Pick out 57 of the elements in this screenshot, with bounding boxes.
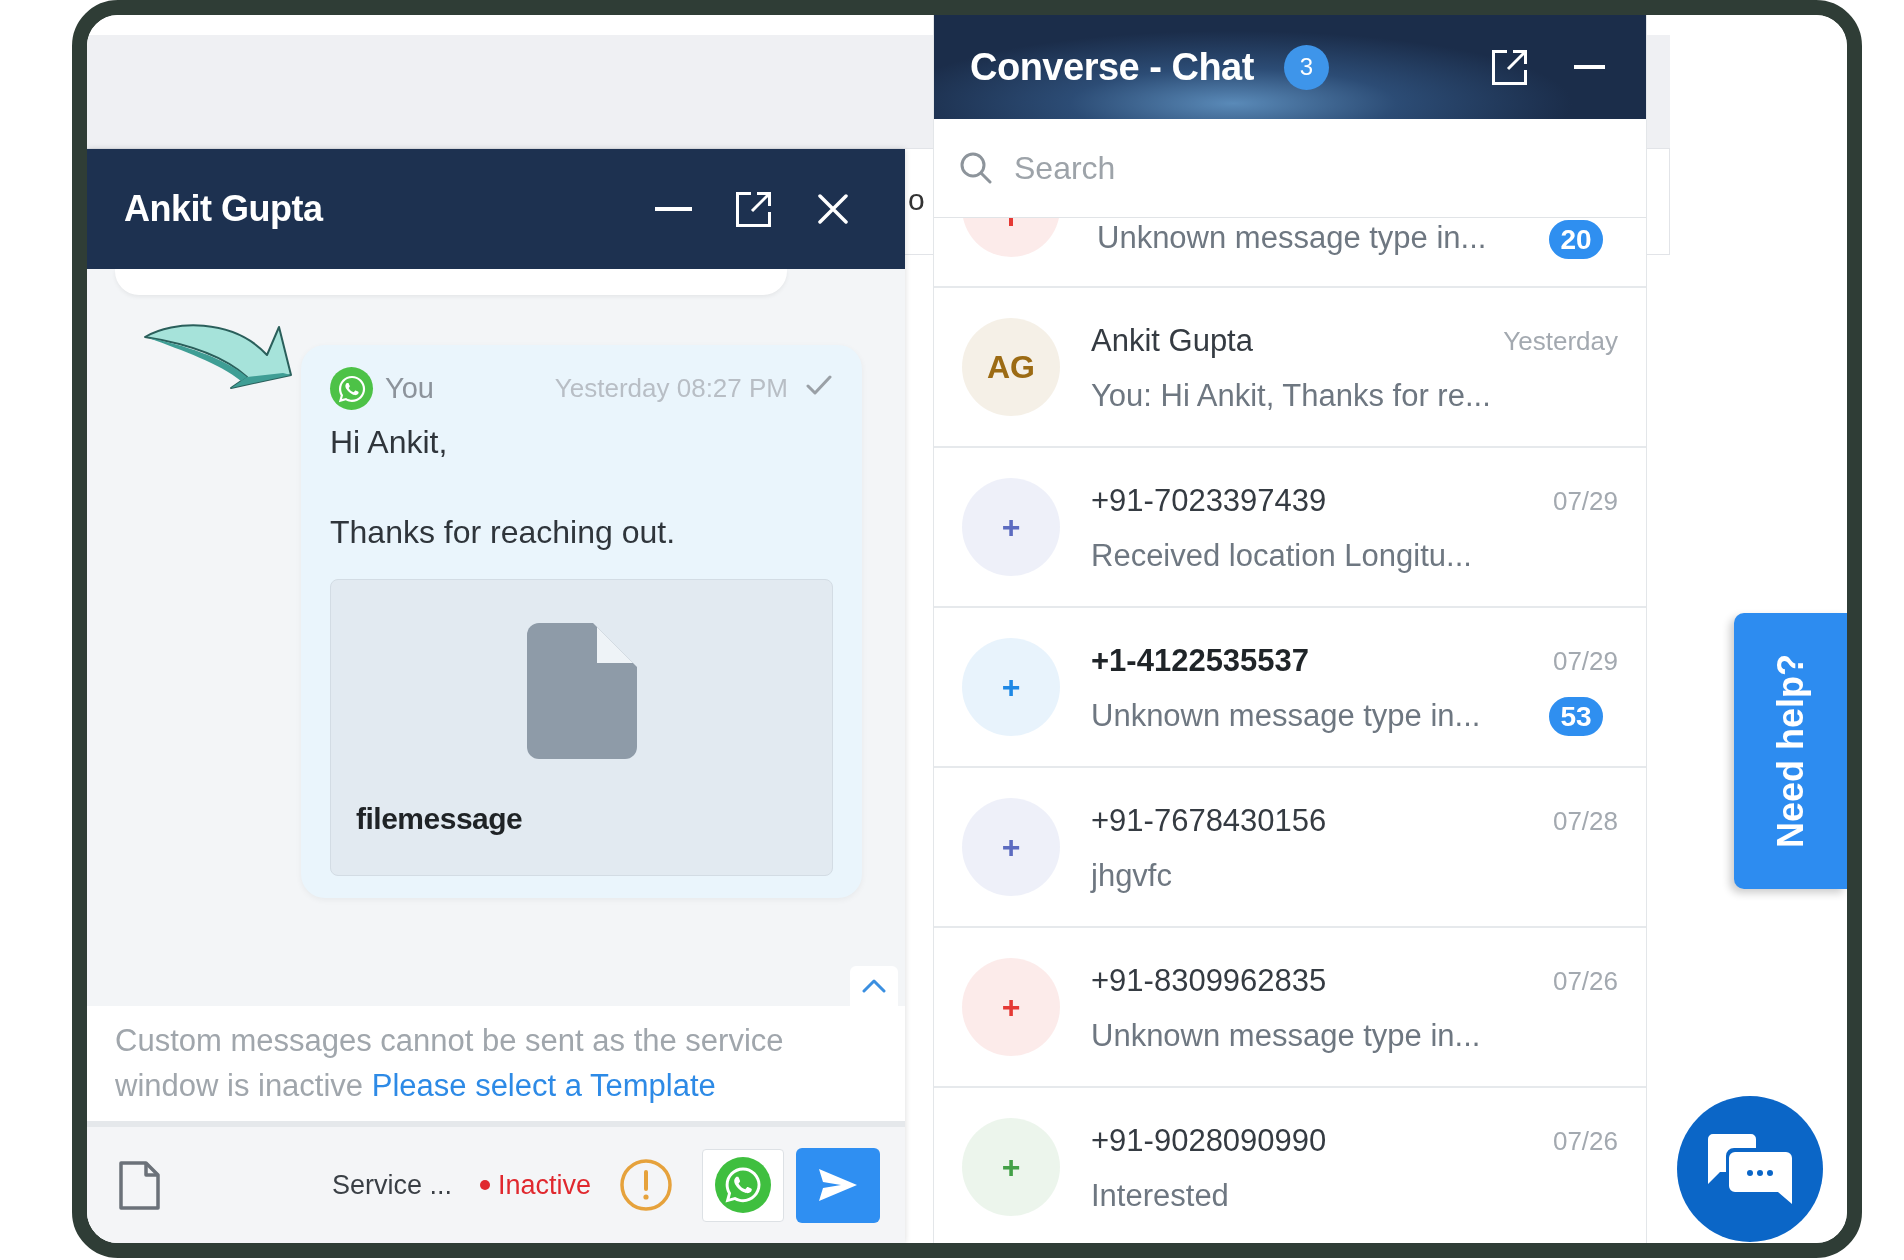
- popout-icon: [1491, 49, 1527, 85]
- contact-name: +91-7678430156: [1091, 802, 1327, 841]
- send-icon: [819, 1169, 857, 1201]
- popout-button[interactable]: [1489, 47, 1529, 87]
- scroll-up-button[interactable]: [850, 966, 898, 1006]
- message-preview: Interested: [1091, 1177, 1229, 1216]
- conversation-date: 07/26: [1552, 1125, 1618, 1158]
- contact-name: +91-7023397439: [1091, 482, 1327, 521]
- notice-text: Custom messages cannot be sent as the service window is inactive Please select a Template: [115, 1022, 785, 1105]
- close-icon: [818, 194, 848, 224]
- minimize-icon: [1573, 65, 1605, 69]
- message-preview: Unknown message type in...: [1097, 219, 1488, 257]
- template-link[interactable]: Please select a Template: [371, 1068, 716, 1103]
- conversation-item[interactable]: Unknown message type in... 20: [934, 218, 1646, 288]
- conversation-date: 07/29: [1552, 645, 1618, 678]
- send-button[interactable]: [796, 1147, 880, 1223]
- unread-count-badge: 20: [1547, 218, 1605, 261]
- message-preview: jhgvfc: [1091, 857, 1172, 896]
- avatar: +: [962, 798, 1060, 896]
- unread-count-badge: 3: [1283, 44, 1329, 90]
- message-preview: Unknown message type in...: [1091, 697, 1481, 736]
- phone-bubble-icon: [715, 1157, 771, 1213]
- chevron-up-icon: [862, 979, 886, 993]
- search-field[interactable]: Search: [1014, 138, 1626, 198]
- status-text: Inactive: [497, 1168, 591, 1202]
- file-name: filemessage: [356, 801, 523, 837]
- avatar: +: [962, 638, 1060, 736]
- sender-name: You: [385, 370, 434, 406]
- phone-bubble-icon: [330, 367, 373, 410]
- avatar: +: [962, 1118, 1060, 1216]
- contact-name: +91-9028090990: [1091, 1122, 1327, 1161]
- avatar: +: [962, 958, 1060, 1056]
- search-icon: [960, 152, 992, 184]
- message-preview: Received location Longitu...: [1091, 537, 1472, 576]
- file-attachment[interactable]: filemessage: [330, 579, 833, 876]
- conversation-date: Yesterday: [1503, 325, 1618, 358]
- contact-name: +91-8309962835: [1091, 962, 1327, 1001]
- conversation-date: 07/29: [1552, 485, 1618, 518]
- contact-name: Ankit Gupta: [1091, 322, 1253, 361]
- window-title: Ankit Gupta: [124, 187, 325, 231]
- avatar: +: [962, 478, 1060, 576]
- document-icon[interactable]: [119, 1160, 160, 1210]
- message-text: Hi Ankit, Thanks for reaching out.: [330, 423, 677, 552]
- conversation-date: 07/26: [1552, 965, 1618, 998]
- message-preview: You: Hi Ankit, Thanks for re...: [1091, 377, 1491, 416]
- file-icon: [526, 623, 637, 759]
- panel-title: Converse - Chat: [970, 44, 1254, 90]
- chat-bubbles-icon: [1708, 1134, 1792, 1204]
- popout-icon: [735, 191, 771, 227]
- message-preview: Unknown message type in...: [1091, 1017, 1481, 1056]
- minimize-icon: [654, 207, 692, 211]
- contact-name: +1-4122535537: [1091, 642, 1310, 681]
- page-text: o: [908, 183, 925, 216]
- avatar: AG: [962, 318, 1060, 416]
- service-label: Service ...: [331, 1168, 452, 1202]
- unread-count-badge: 53: [1547, 695, 1605, 738]
- conversation-date: 07/28: [1552, 805, 1618, 838]
